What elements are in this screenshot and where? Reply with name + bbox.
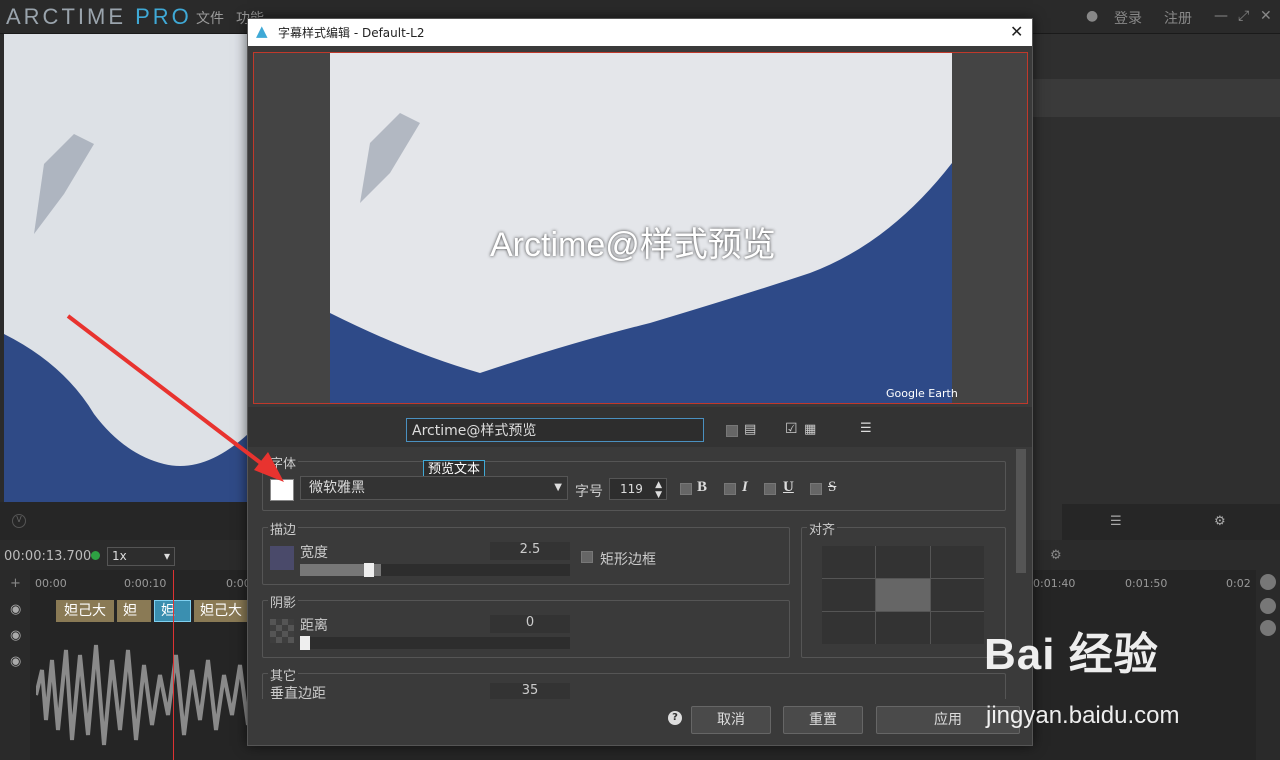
eye-icon[interactable]: ◉ bbox=[10, 628, 21, 643]
other-section-label: 其它 bbox=[268, 665, 299, 684]
scrollbar[interactable] bbox=[1016, 449, 1026, 573]
ruler-tick: 0:00:10 bbox=[124, 577, 167, 590]
help-icon[interactable]: ? bbox=[668, 711, 682, 725]
ruler-tick: 0:02 bbox=[1226, 577, 1251, 590]
align-middle-left[interactable] bbox=[822, 579, 876, 611]
ruler-tick: 00:00 bbox=[35, 577, 67, 590]
zoom-knob-icon[interactable] bbox=[1260, 620, 1276, 636]
zoom-knob-icon[interactable] bbox=[1260, 598, 1276, 614]
close-icon[interactable]: ✕ bbox=[1260, 8, 1272, 24]
italic-checkbox[interactable] bbox=[724, 483, 736, 495]
close-icon[interactable]: ✕ bbox=[1010, 22, 1023, 41]
preview-text-input[interactable] bbox=[406, 418, 704, 442]
underline-checkbox[interactable] bbox=[764, 483, 776, 495]
subtitle-clip[interactable]: 妲己大 bbox=[56, 600, 114, 622]
eye-icon[interactable]: ◉ bbox=[10, 602, 21, 617]
shadow-distance-value[interactable]: 0 bbox=[490, 615, 570, 633]
playhead[interactable] bbox=[173, 570, 174, 760]
speed-select[interactable]: 1x ▾ bbox=[107, 547, 175, 566]
align-section-label: 对齐 bbox=[807, 519, 838, 538]
align-top-center[interactable] bbox=[876, 546, 930, 578]
eye-icon[interactable]: ◉ bbox=[10, 654, 21, 669]
shadow-distance-slider[interactable] bbox=[300, 637, 570, 649]
stroke-width-label: 宽度 bbox=[300, 545, 328, 561]
preview-subtitle-text: Arctime@样式预览 bbox=[490, 226, 776, 264]
align-bottom-right[interactable] bbox=[930, 612, 984, 644]
login-link[interactable]: 登录 bbox=[1114, 8, 1142, 28]
bold-checkbox[interactable] bbox=[680, 483, 692, 495]
align-grid bbox=[822, 546, 984, 644]
video-bg-checkbox[interactable] bbox=[726, 425, 738, 437]
slider-handle[interactable] bbox=[300, 636, 310, 650]
list-icon[interactable]: ☰ bbox=[1110, 514, 1122, 529]
align-bottom-left[interactable] bbox=[822, 612, 876, 644]
font-size-input[interactable]: 119 ▲ ▼ bbox=[609, 478, 667, 500]
minimize-icon[interactable]: — bbox=[1214, 8, 1228, 24]
align-bottom-center[interactable] bbox=[876, 612, 930, 644]
shadow-distance-label: 距离 bbox=[300, 618, 328, 634]
align-middle-center[interactable] bbox=[876, 579, 930, 611]
stroke-color-swatch[interactable] bbox=[270, 546, 294, 570]
font-size-label: 字号 bbox=[575, 484, 603, 500]
strike-label: S bbox=[828, 479, 837, 495]
add-track-icon[interactable]: + bbox=[10, 576, 21, 591]
image-bg-checkbox[interactable]: ☑ bbox=[785, 421, 798, 437]
stroke-section-label: 描边 bbox=[268, 519, 299, 538]
zoom-knob-icon[interactable] bbox=[1260, 574, 1276, 590]
player-controls: V bbox=[0, 502, 248, 540]
slider-handle[interactable] bbox=[364, 563, 374, 577]
image-icon: ▦ bbox=[804, 422, 817, 437]
app-logo: ARCTIME PRO bbox=[6, 4, 192, 29]
stroke-width-slider[interactable] bbox=[300, 564, 570, 576]
cancel-button[interactable]: 取消 bbox=[691, 706, 771, 734]
shadow-section-label: 阴影 bbox=[268, 592, 299, 611]
status-dot bbox=[91, 551, 100, 560]
ruler-tick: 0:01:50 bbox=[1125, 577, 1168, 590]
waveform bbox=[36, 644, 248, 746]
user-icon: ● bbox=[1086, 8, 1099, 24]
font-family-select[interactable]: 微软雅黑 ▼ bbox=[300, 476, 568, 500]
baidu-brand: Bai 经验 bbox=[984, 630, 1159, 679]
list-icon[interactable]: ☰ bbox=[860, 421, 872, 436]
align-middle-right[interactable] bbox=[930, 579, 984, 611]
current-time: 00:00:13.700 bbox=[4, 549, 92, 564]
align-top-right[interactable] bbox=[930, 546, 984, 578]
italic-label: I bbox=[742, 479, 748, 495]
align-top-left[interactable] bbox=[822, 546, 876, 578]
rect-border-checkbox[interactable] bbox=[581, 551, 593, 563]
stroke-width-value[interactable]: 2.5 bbox=[490, 542, 570, 560]
subtitle-clip[interactable]: 妲 bbox=[117, 600, 151, 622]
reset-button[interactable]: 重置 bbox=[783, 706, 863, 734]
register-link[interactable]: 注册 bbox=[1164, 8, 1192, 28]
ruler-tick: 0:01:40 bbox=[1033, 577, 1076, 590]
maximize-icon[interactable]: ⤢ bbox=[1238, 8, 1249, 24]
strike-checkbox[interactable] bbox=[810, 483, 822, 495]
font-color-swatch[interactable] bbox=[270, 479, 294, 501]
shadow-color-swatch[interactable] bbox=[270, 619, 294, 643]
film-icon: ▤ bbox=[744, 422, 757, 437]
baidu-site: jingyan.baidu.com bbox=[986, 702, 1180, 729]
watermark-text: Google Earth bbox=[886, 387, 958, 400]
vertical-margin-value[interactable]: 35 bbox=[490, 683, 570, 699]
underline-label: U bbox=[783, 479, 794, 495]
dialog-title: 字幕样式编辑 - Default-L2 bbox=[278, 26, 425, 40]
gear-icon[interactable]: ⚙ bbox=[1050, 548, 1062, 563]
app-icon: ▲ bbox=[256, 22, 268, 40]
subtitle-clip[interactable]: 妲己大 bbox=[194, 600, 248, 622]
style-preview: Arctime@样式预览 Google Earth bbox=[253, 52, 1028, 404]
video-preview bbox=[4, 34, 248, 502]
bold-label: B bbox=[697, 479, 708, 495]
settings-sliders-icon[interactable]: ⚙ bbox=[1214, 514, 1226, 529]
menu-file[interactable]: 文件 bbox=[196, 8, 224, 28]
font-section-label: 字体 bbox=[268, 453, 299, 472]
subtitle-list-panel: ☰ ⚙ bbox=[1032, 34, 1280, 540]
volume-icon[interactable]: V bbox=[12, 514, 26, 528]
rect-border-label: 矩形边框 bbox=[600, 552, 656, 568]
dialog-titlebar: ▲ 字幕样式编辑 - Default-L2 ✕ bbox=[248, 19, 1032, 46]
style-editor-dialog: ▲ 字幕样式编辑 - Default-L2 ✕ Arctime@样式预览 Goo… bbox=[247, 18, 1033, 746]
